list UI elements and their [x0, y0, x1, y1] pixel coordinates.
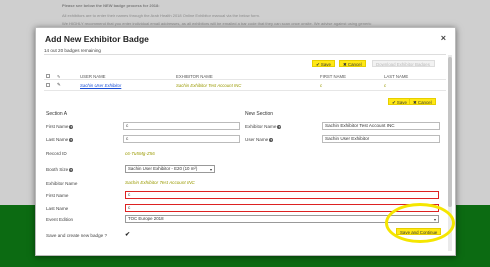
save-button-edit[interactable]: ✔ Save: [388, 98, 411, 105]
help-icon[interactable]: ?: [277, 124, 282, 129]
col-last-name[interactable]: LAST NAME: [384, 74, 408, 79]
bg-heading: Please see below the NEW badge process f…: [62, 3, 160, 8]
row-edit-icon[interactable]: ✎: [57, 82, 61, 88]
booth-size-select[interactable]: Sachin User Exhibitor - E20 (10 m²) ▾: [125, 165, 215, 173]
user-name-label-new: User Name?: [245, 137, 274, 142]
exhibitor-name-value: Sachin Exhibitor Test Account INC: [125, 180, 195, 185]
help-icon[interactable]: ?: [269, 137, 274, 142]
row-user-name-link[interactable]: Sachin User Exhibitor: [80, 83, 121, 88]
last-name-label: Last Name: [46, 206, 69, 211]
exhibitor-name-label-new: Exhibitor Name?: [245, 124, 282, 129]
bg-paragraph-2: We HIGHLY recommend that you enter indiv…: [62, 21, 372, 26]
row-exhibitor-name: Sachin Exhibitor Test Account INC: [176, 83, 242, 88]
event-edition-label: Event Edition: [46, 217, 74, 222]
exhibitor-name-input-new[interactable]: Sachin Exhibitor Test Account INC: [322, 122, 440, 130]
record-id-value: c6-Tu5Mg-Z56: [125, 151, 155, 156]
record-id-label: Record ID: [46, 151, 67, 156]
badges-remaining-text: 14 out 20 badges remaining: [44, 48, 101, 53]
save-and-create-new-label: Save and create new badge ?: [46, 233, 108, 238]
row-first-name: c: [320, 83, 323, 88]
last-name-label-a: Last Name?: [46, 137, 74, 142]
booth-size-label: Booth Size?: [46, 167, 74, 172]
col-user-name[interactable]: USER NAME: [80, 74, 106, 79]
save-button-top[interactable]: ✔ Save: [312, 60, 335, 67]
exhibitor-name-label: Exhibitor Name: [46, 181, 78, 186]
close-icon[interactable]: ×: [441, 34, 446, 43]
bg-paragraph-1: All exhibitors are to enter their names …: [62, 13, 260, 18]
first-name-label: First Name: [46, 193, 69, 198]
scrollbar-thumb[interactable]: [448, 57, 452, 207]
badges-table-header: ✎ USER NAME EXHIBITOR NAME FIRST NAME LA…: [44, 73, 446, 80]
header-edit-icon: ✎: [57, 74, 61, 79]
row-last-name: c: [384, 83, 387, 88]
col-first-name[interactable]: FIRST NAME: [320, 74, 346, 79]
user-name-input-new[interactable]: Sachin User Exhibitor: [322, 135, 440, 143]
first-name-input-a[interactable]: c: [123, 122, 240, 130]
cancel-button-edit[interactable]: ✖ Cancel: [409, 98, 436, 105]
new-section-title: New Section: [245, 111, 274, 117]
last-name-input-a[interactable]: c: [123, 135, 240, 143]
col-exhibitor-name[interactable]: EXHIBITOR NAME: [176, 74, 213, 79]
modal-title: Add New Exhibitor Badge: [45, 34, 149, 44]
save-icon: ✔: [316, 62, 320, 67]
help-icon[interactable]: ?: [69, 124, 74, 129]
first-name-label-a: First Name?: [46, 124, 74, 129]
help-icon[interactable]: ?: [69, 167, 74, 172]
cancel-button-top[interactable]: ✖ Cancel: [339, 60, 366, 67]
chevron-down-icon: ▾: [209, 167, 212, 172]
save-and-create-new-checkbox[interactable]: ✔: [125, 232, 130, 238]
help-icon[interactable]: ?: [69, 137, 74, 142]
table-row[interactable]: ✎ Sachin User Exhibitor Sachin Exhibitor…: [44, 81, 446, 91]
save-icon: ✔: [392, 100, 396, 105]
cancel-icon: ✖: [413, 100, 417, 105]
first-name-input[interactable]: c: [125, 191, 439, 199]
section-a-title: Section A: [46, 111, 68, 117]
cancel-icon: ✖: [343, 62, 347, 67]
download-badges-button-disabled: Download Exhibitor Badges: [372, 60, 435, 67]
highlight-circle-annotation: [385, 203, 455, 243]
